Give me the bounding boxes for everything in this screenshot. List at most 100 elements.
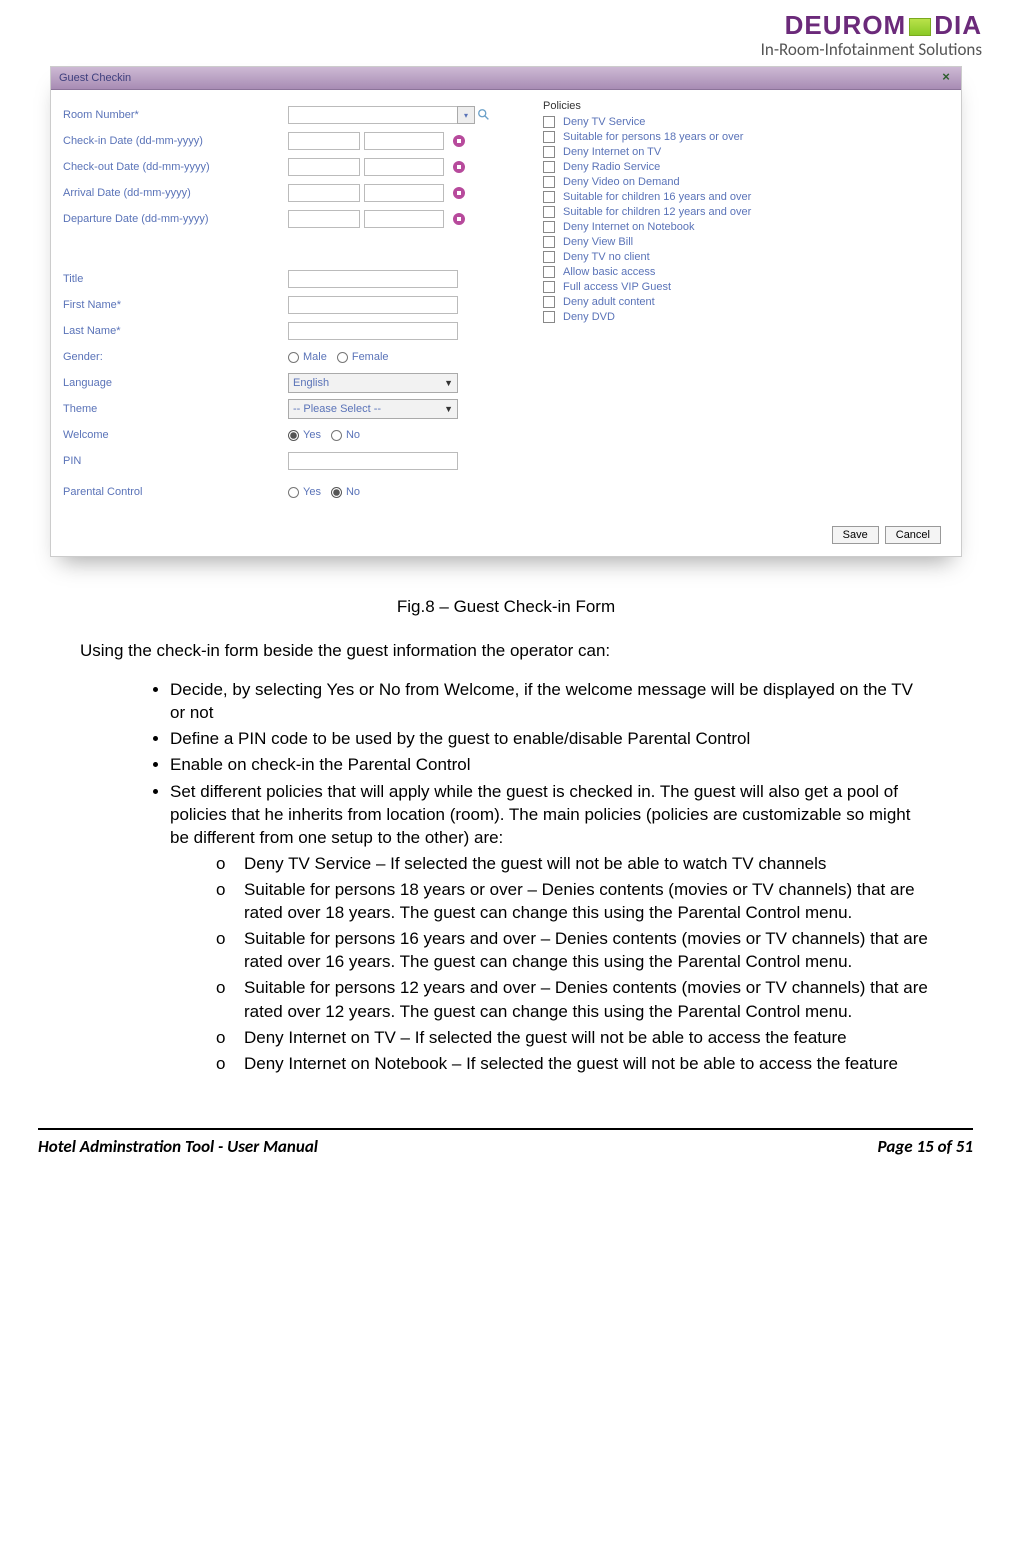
- policy-checkbox[interactable]: [543, 161, 555, 173]
- policy-row: Suitable for persons 18 years or over: [543, 131, 949, 143]
- policy-label: Allow basic access: [563, 266, 655, 278]
- theme-value: -- Please Select --: [293, 403, 381, 415]
- parental-no-label: No: [346, 486, 360, 498]
- policy-checkbox[interactable]: [543, 206, 555, 218]
- policy-row: Deny View Bill: [543, 236, 949, 248]
- sub-bullet-item: Suitable for persons 16 years and over –…: [216, 927, 932, 973]
- policy-checkbox[interactable]: [543, 251, 555, 263]
- label-checkin-date: Check-in Date (dd-mm-yyyy): [63, 135, 288, 147]
- label-theme: Theme: [63, 403, 288, 415]
- policy-checkbox[interactable]: [543, 176, 555, 188]
- policy-row: Allow basic access: [543, 266, 949, 278]
- policy-row: Full access VIP Guest: [543, 281, 949, 293]
- departure-date-input-2[interactable]: [364, 210, 444, 228]
- footer-right: Page 15 of 51: [878, 1136, 973, 1157]
- label-first-name: First Name*: [63, 299, 288, 311]
- departure-date-input-1[interactable]: [288, 210, 360, 228]
- policy-checkbox[interactable]: [543, 281, 555, 293]
- arrival-date-input-1[interactable]: [288, 184, 360, 202]
- policy-row: Deny DVD: [543, 311, 949, 323]
- form-button-bar: Save Cancel: [51, 518, 961, 556]
- welcome-no-label: No: [346, 429, 360, 441]
- checkout-date-input-2[interactable]: [364, 158, 444, 176]
- policy-label: Suitable for children 16 years and over: [563, 191, 751, 203]
- policy-checkbox[interactable]: [543, 296, 555, 308]
- calendar-icon[interactable]: [450, 210, 468, 228]
- sub-bullet-item: Deny Internet on TV – If selected the gu…: [216, 1026, 932, 1049]
- gender-female-radio[interactable]: [337, 352, 348, 363]
- brand-square-icon: [909, 18, 931, 36]
- save-button[interactable]: Save: [832, 526, 879, 544]
- policy-checkbox[interactable]: [543, 236, 555, 248]
- policy-label: Full access VIP Guest: [563, 281, 671, 293]
- arrival-date-input-2[interactable]: [364, 184, 444, 202]
- policy-checkbox[interactable]: [543, 146, 555, 158]
- welcome-yes-radio[interactable]: [288, 430, 299, 441]
- gender-female-label: Female: [352, 351, 389, 363]
- label-gender: Gender:: [63, 351, 288, 363]
- brand-post: DIA: [934, 10, 982, 41]
- language-value: English: [293, 377, 329, 389]
- form-left-column: Room Number* ▾ Check-in Date (dd-mm-yyyy…: [63, 100, 523, 512]
- close-icon[interactable]: ×: [939, 71, 953, 85]
- brand-tagline: In-Room-Infotainment Solutions: [50, 39, 982, 60]
- calendar-icon[interactable]: [450, 158, 468, 176]
- chevron-down-icon: ▼: [444, 378, 453, 388]
- checkin-date-input-2[interactable]: [364, 132, 444, 150]
- checkout-date-input-1[interactable]: [288, 158, 360, 176]
- policy-row: Deny Radio Service: [543, 161, 949, 173]
- label-language: Language: [63, 377, 288, 389]
- footer-left: Hotel Adminstration Tool - User Manual: [38, 1136, 318, 1157]
- policy-row: Deny TV Service: [543, 116, 949, 128]
- policy-row: Suitable for children 12 years and over: [543, 206, 949, 218]
- search-icon[interactable]: [477, 108, 491, 122]
- chevron-down-icon: ▼: [444, 404, 453, 414]
- policy-checkbox[interactable]: [543, 191, 555, 203]
- label-checkout-date: Check-out Date (dd-mm-yyyy): [63, 161, 288, 173]
- label-last-name: Last Name*: [63, 325, 288, 337]
- policy-label: Deny adult content: [563, 296, 655, 308]
- policy-checkbox[interactable]: [543, 131, 555, 143]
- sub-bullet-item: Deny Internet on Notebook – If selected …: [216, 1052, 932, 1075]
- last-name-input[interactable]: [288, 322, 458, 340]
- gender-male-label: Male: [303, 351, 327, 363]
- room-number-input[interactable]: [288, 106, 458, 124]
- policy-row: Suitable for children 16 years and over: [543, 191, 949, 203]
- bullet-item: Decide, by selecting Yes or No from Welc…: [170, 678, 932, 724]
- intro-paragraph: Using the check-in form beside the guest…: [80, 639, 932, 662]
- cancel-button[interactable]: Cancel: [885, 526, 941, 544]
- pin-input[interactable]: [288, 452, 458, 470]
- policy-row: Deny Internet on TV: [543, 146, 949, 158]
- policy-label: Deny TV Service: [563, 116, 645, 128]
- policy-checkbox[interactable]: [543, 311, 555, 323]
- welcome-no-radio[interactable]: [331, 430, 342, 441]
- gender-male-radio[interactable]: [288, 352, 299, 363]
- policy-checkbox[interactable]: [543, 116, 555, 128]
- guest-checkin-form: Guest Checkin × Room Number* ▾ Check-in …: [50, 66, 962, 557]
- title-input[interactable]: [288, 270, 458, 288]
- policy-row: Deny Internet on Notebook: [543, 221, 949, 233]
- label-welcome: Welcome: [63, 429, 288, 441]
- policy-checkbox[interactable]: [543, 221, 555, 233]
- policy-row: Deny TV no client: [543, 251, 949, 263]
- welcome-yes-label: Yes: [303, 429, 321, 441]
- theme-select[interactable]: -- Please Select -- ▼: [288, 399, 458, 419]
- parental-no-radio[interactable]: [331, 487, 342, 498]
- policy-row: Deny Video on Demand: [543, 176, 949, 188]
- figure-caption: Fig.8 – Guest Check-in Form: [50, 597, 962, 617]
- calendar-icon[interactable]: [450, 184, 468, 202]
- policy-label: Suitable for children 12 years and over: [563, 206, 751, 218]
- room-dropdown-icon[interactable]: ▾: [457, 106, 475, 124]
- calendar-icon[interactable]: [450, 132, 468, 150]
- first-name-input[interactable]: [288, 296, 458, 314]
- bullet-list: Decide, by selecting Yes or No from Welc…: [80, 678, 932, 1075]
- language-select[interactable]: English ▼: [288, 373, 458, 393]
- label-arrival-date: Arrival Date (dd-mm-yyyy): [63, 187, 288, 199]
- policy-label: Deny Internet on Notebook: [563, 221, 694, 233]
- policy-label: Suitable for persons 18 years or over: [563, 131, 743, 143]
- policy-checkbox[interactable]: [543, 266, 555, 278]
- policy-label: Deny TV no client: [563, 251, 650, 263]
- parental-yes-radio[interactable]: [288, 487, 299, 498]
- checkin-date-input-1[interactable]: [288, 132, 360, 150]
- sub-bullet-item: Suitable for persons 12 years and over –…: [216, 976, 932, 1022]
